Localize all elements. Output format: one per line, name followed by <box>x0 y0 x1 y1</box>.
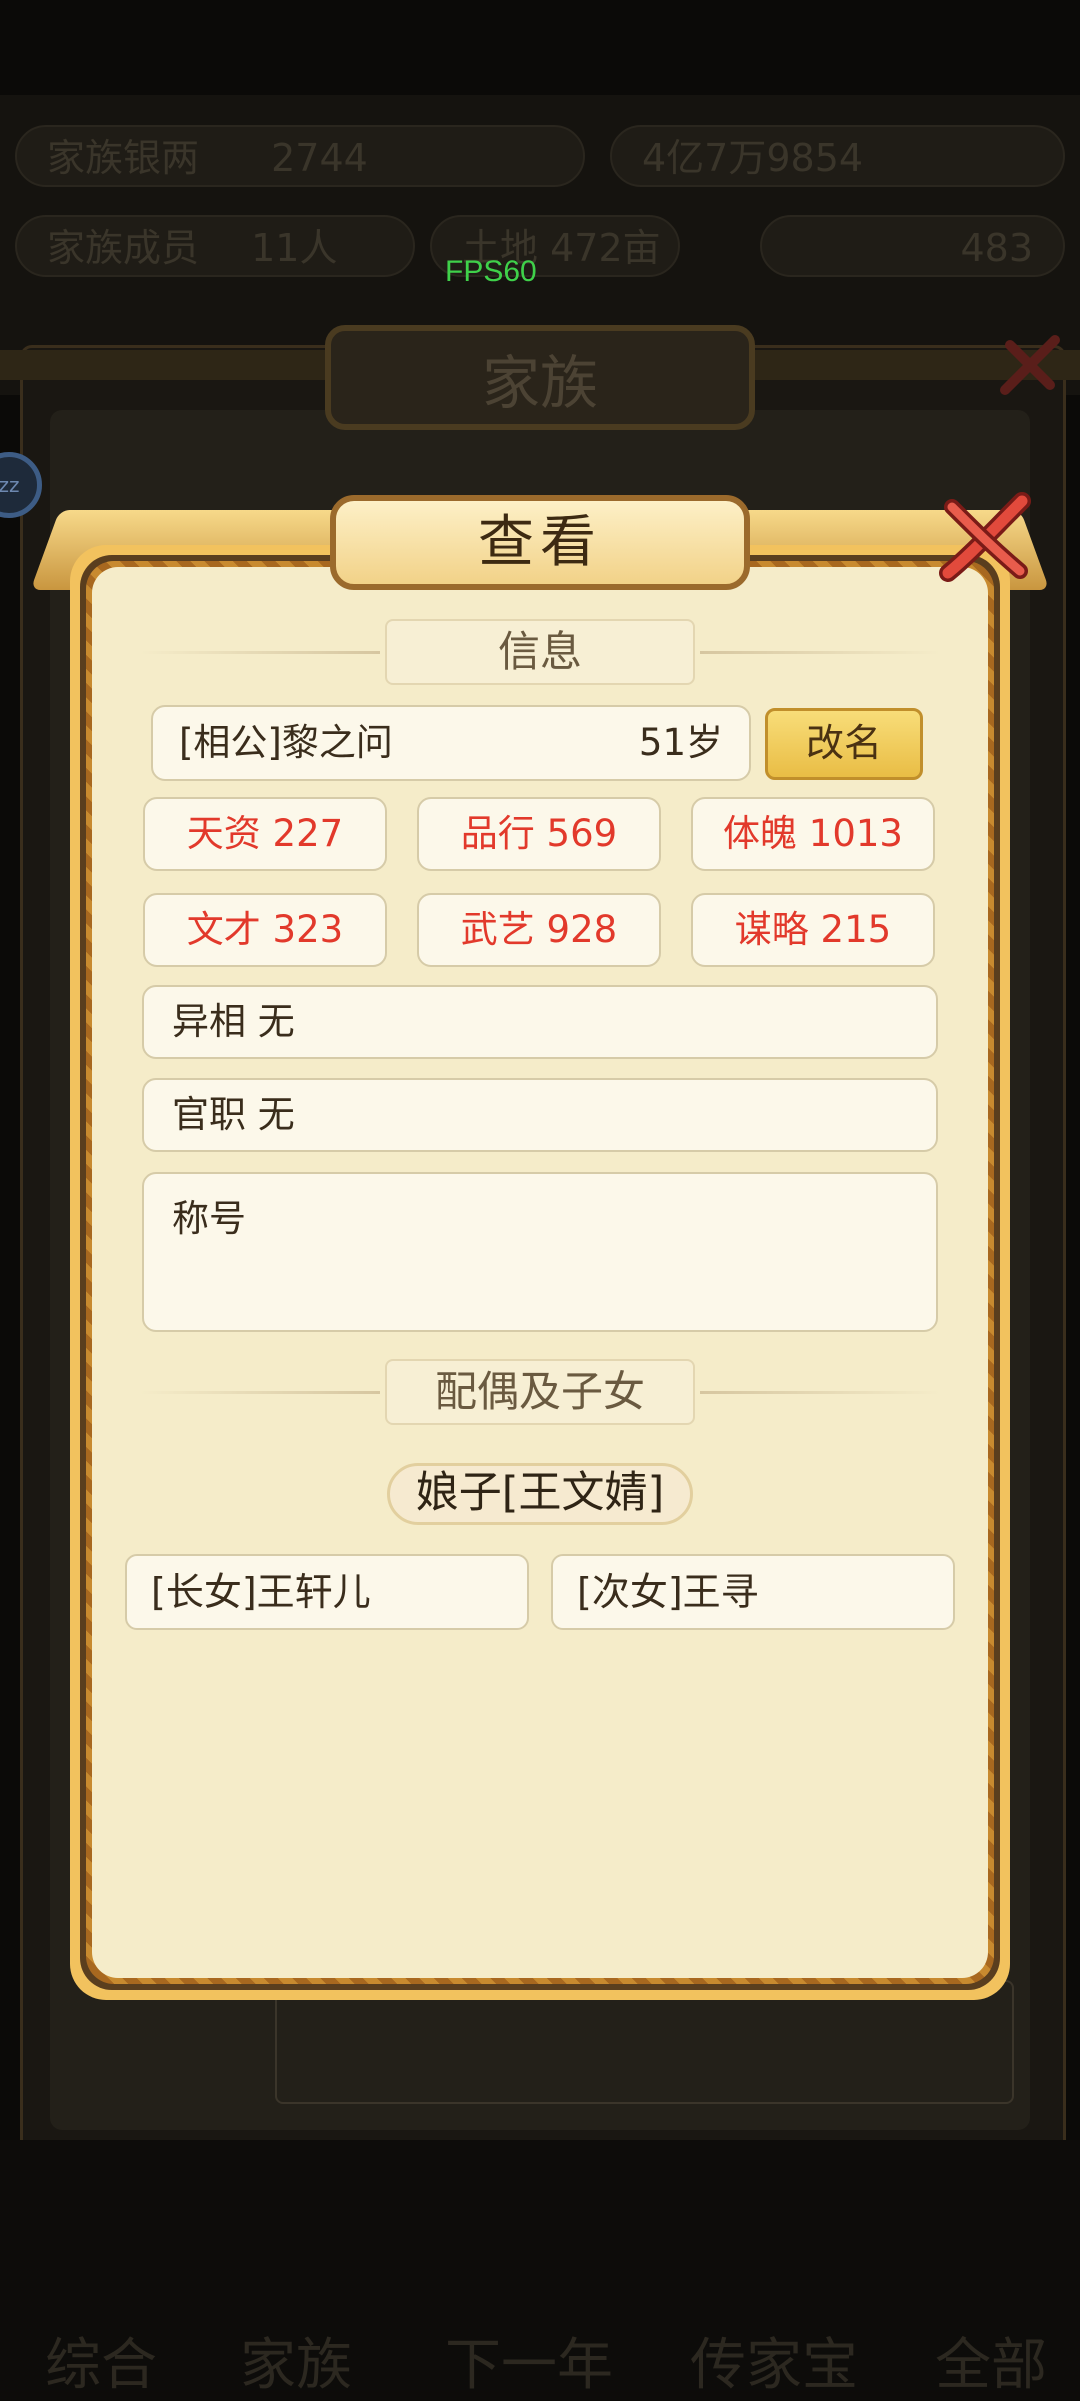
background-members-value: 11人 <box>251 226 338 270</box>
family-section-header: 配偶及子女 <box>140 1357 940 1427</box>
dialog-title-plate: 查看 <box>330 495 750 590</box>
child-entry[interactable]: [长女]王轩儿 <box>125 1554 529 1630</box>
trait-field: 异相 无 <box>142 985 938 1059</box>
stat-strategy: 谋略 215 <box>691 893 935 967</box>
background-silver-label: 家族银两 <box>47 136 200 180</box>
info-section-header: 信息 <box>140 617 940 687</box>
background-bubble-text: zz <box>0 473 20 497</box>
member-name: [相公]黎之问 <box>179 721 393 764</box>
stat-physique: 体魄 1013 <box>691 797 935 871</box>
section-divider-left <box>140 651 380 654</box>
background-nav-item: 综合 <box>45 2333 157 2398</box>
stat-literature: 文才 323 <box>143 893 387 967</box>
office-field: 官职 无 <box>142 1078 938 1152</box>
member-name-field: [相公]黎之问 51岁 <box>151 705 751 781</box>
member-age: 51岁 <box>638 721 723 764</box>
background-nav-item: 全部 <box>935 2333 1047 2398</box>
section-divider-left <box>140 1391 380 1394</box>
family-section-title: 配偶及子女 <box>385 1359 695 1425</box>
stat-conduct: 品行 569 <box>417 797 661 871</box>
background-money-value: 4亿7万9854 <box>642 136 864 180</box>
background-resource-pill: 483 <box>760 215 1065 277</box>
honor-label: 称号 <box>172 1197 246 1240</box>
background-close-icon <box>1000 335 1060 395</box>
background-nav-item: 下一年 <box>445 2333 613 2398</box>
honor-field: 称号 <box>142 1172 938 1332</box>
background-silver-pill: 家族银两 2744 <box>15 125 585 187</box>
background-resource-value: 483 <box>960 226 1033 270</box>
background-title: 家族 <box>325 325 755 430</box>
info-section-title: 信息 <box>385 619 695 685</box>
section-divider-right <box>700 1391 940 1394</box>
background-nav-item: 传家宝 <box>690 2333 858 2398</box>
background-bottom-nav: 综合 家族 下一年 传家宝 全部 <box>0 2140 1080 2400</box>
child-entry[interactable]: [次女]王寻 <box>551 1554 955 1630</box>
background-nav-item: 家族 <box>240 2333 352 2398</box>
rename-button[interactable]: 改名 <box>765 708 923 780</box>
stat-martial: 武艺 928 <box>417 893 661 967</box>
background-land-value: 472亩 <box>550 226 661 270</box>
background-members-label: 家族成员 <box>47 226 200 270</box>
close-icon[interactable] <box>930 485 1040 595</box>
section-divider-right <box>700 651 940 654</box>
background-money-pill: 4亿7万9854 <box>610 125 1065 187</box>
stat-talent: 天资 227 <box>143 797 387 871</box>
spouse-tag[interactable]: 娘子[王文婧] <box>387 1463 693 1525</box>
background-members-pill: 家族成员 11人 <box>15 215 415 277</box>
fps-counter: FPS60 <box>445 255 537 288</box>
dialog-title: 查看 <box>478 510 602 575</box>
background-silver-value: 2744 <box>271 136 368 180</box>
